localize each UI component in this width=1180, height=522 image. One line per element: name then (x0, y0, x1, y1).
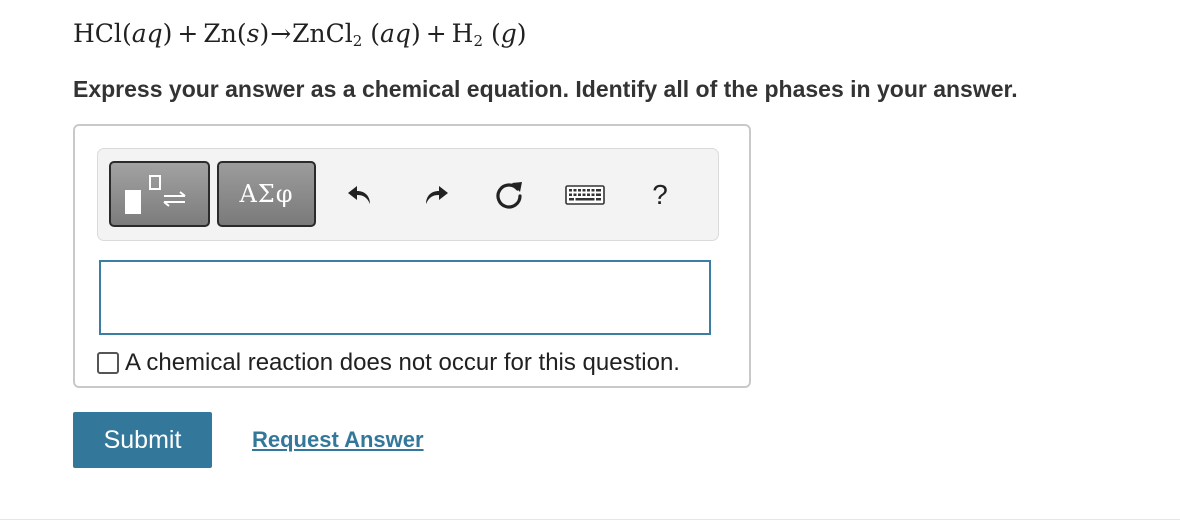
no-reaction-label: A chemical reaction does not occur for t… (125, 349, 680, 376)
reset-icon (496, 182, 522, 209)
symbols-label: ΑΣφ (239, 180, 294, 208)
request-answer-link[interactable]: Request Answer (252, 425, 424, 455)
answer-panel: ΑΣφ ? A chemical reaction does not occur… (73, 124, 751, 388)
submit-button[interactable]: Submit (73, 412, 212, 468)
no-reaction-option[interactable]: A chemical reaction does not occur for t… (97, 348, 680, 378)
math-toolbar: ΑΣφ ? (97, 148, 719, 241)
question-instruction: Express your answer as a chemical equati… (73, 76, 1018, 102)
divider (0, 519, 1180, 520)
reset-button[interactable] (489, 175, 529, 215)
templates-icon (125, 175, 186, 214)
no-reaction-checkbox[interactable] (97, 352, 119, 374)
keyboard-button[interactable] (562, 175, 608, 215)
plus-sign-1: + (177, 19, 199, 48)
phase-zn: s (246, 19, 260, 48)
phase-zncl2: aq (380, 19, 411, 48)
reactant-zn: Zn (203, 19, 237, 48)
symbols-button[interactable]: ΑΣφ (217, 161, 316, 227)
product-h2: H2 (451, 19, 484, 50)
chemical-equation: HCl(aq) + Zn(s)→ZnCl2 (aq) + H2 (g) (73, 19, 527, 50)
phase-hcl: aq (131, 19, 163, 48)
phase-h2: g (500, 19, 517, 48)
templates-button[interactable] (109, 161, 210, 227)
undo-button[interactable] (340, 175, 380, 215)
reaction-arrow: → (270, 19, 292, 48)
undo-icon (348, 186, 370, 204)
redo-button[interactable] (416, 175, 456, 215)
redo-icon (426, 186, 448, 204)
reactant-hcl: HCl (73, 19, 122, 48)
answer-input[interactable] (99, 260, 711, 335)
plus-sign-2: + (425, 19, 447, 48)
product-zncl2: ZnCl2 (292, 19, 363, 50)
keyboard-icon (565, 185, 605, 205)
help-button[interactable]: ? (640, 175, 680, 215)
